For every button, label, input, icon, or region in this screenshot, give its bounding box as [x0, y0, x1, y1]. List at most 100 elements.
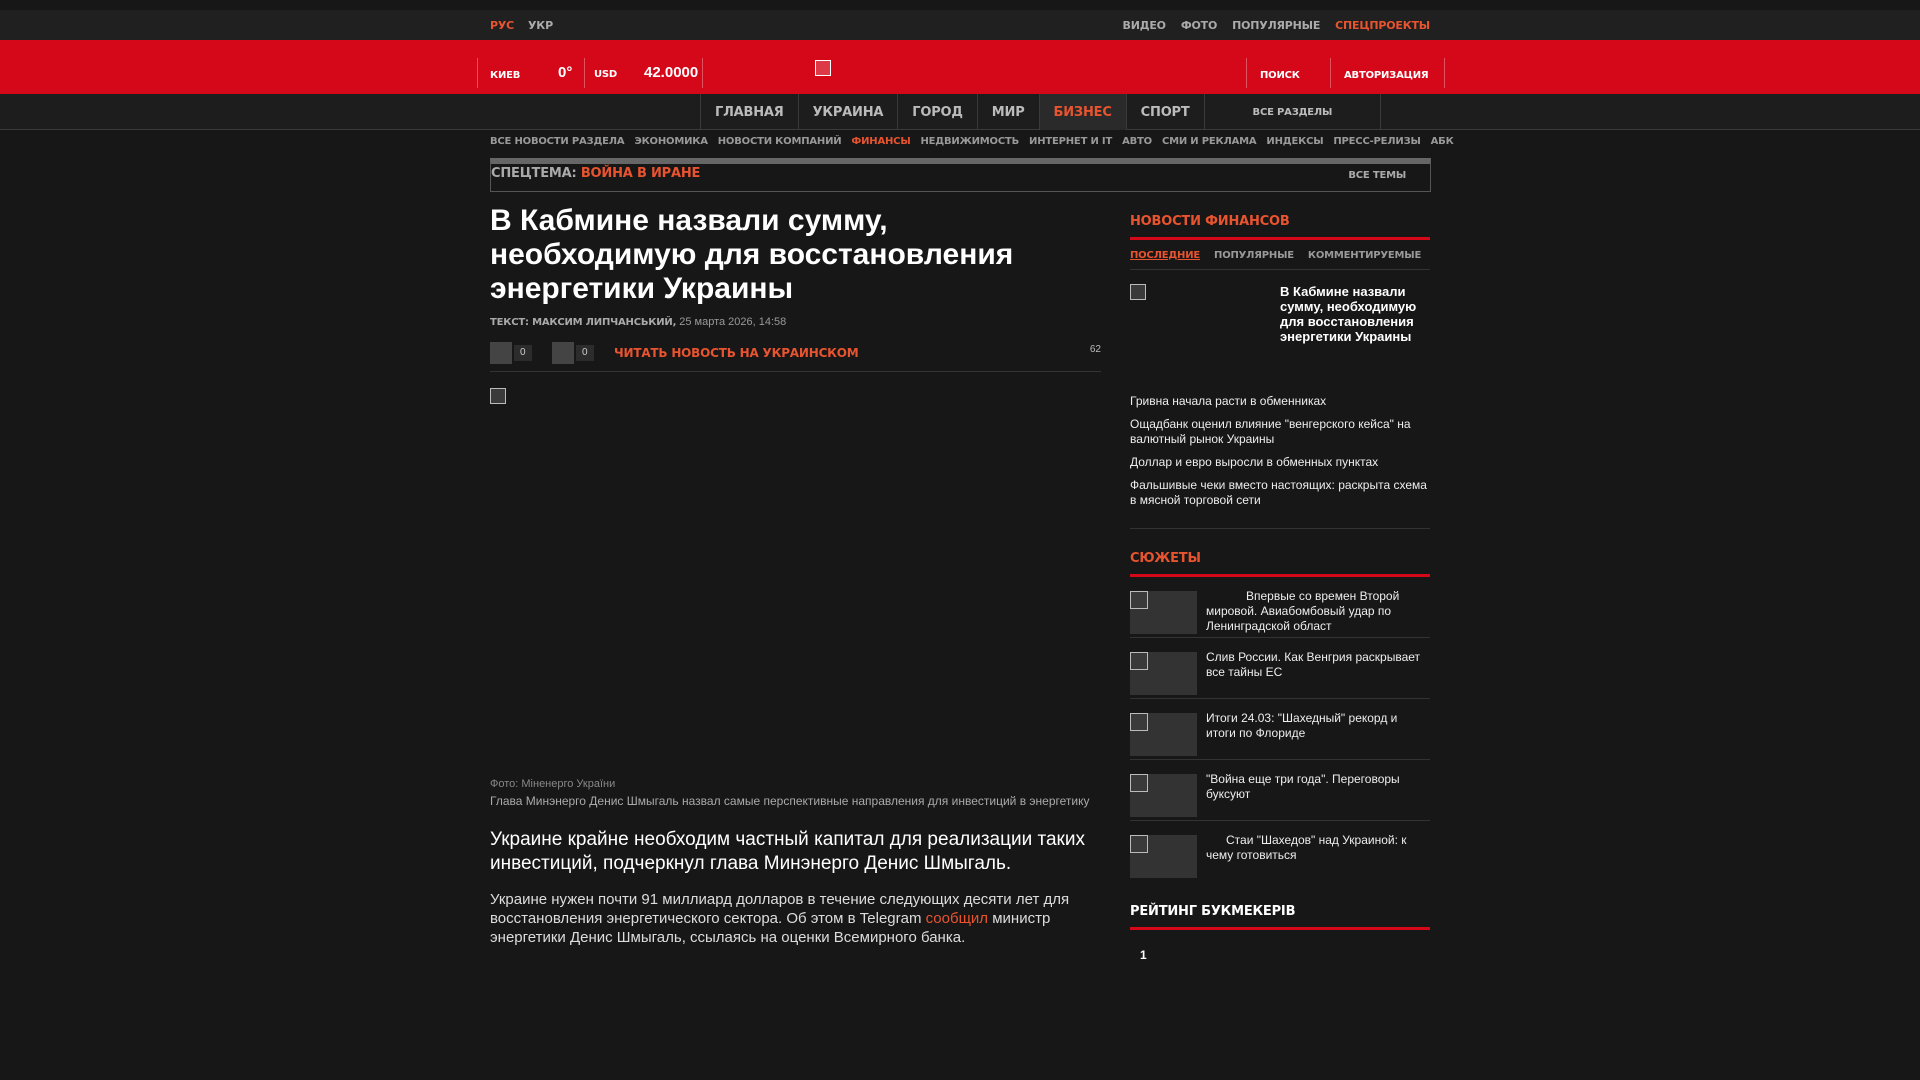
story-title[interactable]: Итоги 24.03: "Шахедный" рекорд и итоги п…	[1206, 711, 1430, 741]
telegram-source-link[interactable]: сообщил	[926, 910, 988, 927]
featured-news-title[interactable]: В Кабмине назвали сумму, необходимую для…	[1280, 284, 1430, 344]
author[interactable]: ТЕКСТ: МАКСИМ ЛИПЧАНСЬКИЙ,	[490, 317, 676, 328]
stories-list: Впервые со времен Второй мировой. Авиабо…	[1130, 577, 1430, 882]
special-topic: СПЕЦТЕМА: ВОЙНА В ИРАНЕ	[491, 166, 700, 181]
subnav-item[interactable]: ИНДЕКСЫ	[1266, 136, 1323, 147]
special-topic-bar: СПЕЦТЕМА: ВОЙНА В ИРАНЕ ВСЕ ТЕМЫ	[490, 158, 1431, 192]
header-divider	[477, 58, 478, 88]
special-topic-link[interactable]: ВОЙНА В ИРАНЕ	[581, 166, 701, 181]
story-thumbnail[interactable]	[1130, 774, 1197, 817]
list-item[interactable]: Фальшивые чеки вместо настоящих: раскрыт…	[1130, 478, 1430, 508]
popular-link[interactable]: ПОПУЛЯРНЫЕ	[1232, 19, 1320, 32]
list-item[interactable]: Ощадбанк оценил влияние "венгерского кей…	[1130, 417, 1430, 447]
story-title[interactable]: Слив России. Как Венгрия раскрывает все …	[1206, 650, 1430, 680]
news-tabs: ПОСЛЕДНИЕ ПОПУЛЯРНЫЕ КОММЕНТИРУЕМЫЕ	[1130, 250, 1430, 270]
list-item[interactable]: Гривна начала расти в обменниках	[1130, 394, 1430, 409]
subnav-item[interactable]: НОВОСТИ КОМПАНИЙ	[718, 136, 842, 147]
story-thumbnail[interactable]	[1130, 835, 1197, 878]
article: В Кабмине назвали сумму, необходимую для…	[490, 204, 1101, 947]
special-topic-label: СПЕЦТЕМА:	[491, 166, 577, 181]
story-item[interactable]: Впервые со времен Второй мировой. Авиабо…	[1130, 577, 1430, 638]
top-links: ВИДЕО ФОТО ПОПУЛЯРНЫЕ СПЕЦПРОЕКТЫ	[1123, 10, 1431, 40]
subnav-item[interactable]: АВТО	[1122, 136, 1152, 147]
list-item[interactable]: Доллар и евро выросли в обменных пунктах	[1130, 455, 1430, 470]
top-bar: РУС УКР ВИДЕО ФОТО ПОПУЛЯРНЫЕ СПЕЦПРОЕКТ…	[0, 10, 1920, 40]
header-divider	[702, 58, 703, 88]
sidebar: НОВОСТИ ФИНАНСОВ ПОСЛЕДНИЕ ПОПУЛЯРНЫЕ КО…	[1130, 214, 1430, 962]
nav-item-sport[interactable]: СПОРТ	[1125, 94, 1204, 130]
rating-position: 1	[1140, 948, 1147, 962]
publish-date: 25 марта 2026, 14:58	[679, 316, 787, 328]
sub-nav: ВСЕ НОВОСТИ РАЗДЕЛА ЭКОНОМИКА НОВОСТИ КО…	[490, 136, 1454, 147]
subnav-item-finance[interactable]: ФИНАНСЫ	[851, 136, 910, 147]
broken-image-icon	[1130, 284, 1146, 300]
photo-caption: Глава Минэнерго Денис Шмыгаль назвал сам…	[490, 794, 1090, 808]
nav-item-ukraine[interactable]: УКРАИНА	[797, 94, 898, 130]
video-link[interactable]: ВИДЕО	[1123, 19, 1166, 32]
story-thumbnail[interactable]	[1130, 713, 1197, 756]
tab-commented[interactable]: КОММЕНТИРУЕМЫЕ	[1308, 250, 1421, 261]
story-item[interactable]: Слив России. Как Венгрия раскрывает все …	[1130, 638, 1430, 699]
header-divider	[1246, 58, 1247, 88]
article-actions: 0 0 ЧИТАТЬ НОВОСТЬ НА УКРАИНСКОМ 62	[490, 342, 1101, 372]
facebook-share-icon[interactable]	[490, 342, 512, 364]
photo-credit: Фото: Міненерго України	[490, 778, 616, 790]
subnav-item[interactable]: ИНТЕРНЕТ И IT	[1029, 136, 1112, 147]
byline: ТЕКСТ: МАКСИМ ЛИПЧАНСЬКИЙ, 25 марта 2026…	[490, 316, 1101, 328]
all-topics-link[interactable]: ВСЕ ТЕМЫ	[1348, 170, 1406, 181]
story-item[interactable]: Стаи "Шахедов" над Украиной: к чему гото…	[1130, 821, 1430, 882]
featured-news[interactable]: В Кабмине назвали сумму, необходимую для…	[1130, 284, 1430, 394]
article-body: Украине нужен почти 91 миллиард долларов…	[490, 890, 1101, 947]
header-divider	[1444, 58, 1445, 88]
subnav-item[interactable]: НЕДВИЖИМОСТЬ	[921, 136, 1020, 147]
article-lead: Украине крайне необходим частный капитал…	[490, 829, 1085, 874]
story-title[interactable]: "Война еще три года". Переговоры буксуют	[1206, 772, 1430, 802]
lang-rus-link[interactable]: РУС	[490, 19, 514, 32]
header-divider	[584, 58, 585, 88]
subnav-item[interactable]: ВСЕ НОВОСТИ РАЗДЕЛА	[490, 136, 625, 147]
story-item[interactable]: Итоги 24.03: "Шахедный" рекорд и итоги п…	[1130, 699, 1430, 760]
login-button[interactable]: АВТОРИЗАЦИЯ	[1344, 70, 1429, 81]
story-thumbnail[interactable]	[1130, 591, 1197, 634]
site-logo-icon[interactable]	[815, 60, 831, 76]
subnav-item[interactable]: АБК	[1431, 136, 1454, 147]
broken-image-icon	[490, 388, 506, 404]
article-title: В Кабмине назвали сумму, необходимую для…	[490, 204, 1014, 305]
story-thumbnail[interactable]	[1130, 652, 1197, 695]
currency-rate: 42.0000	[644, 64, 699, 81]
tab-popular[interactable]: ПОПУЛЯРНЫЕ	[1214, 250, 1294, 261]
site-header: КИЕВ 0° USD 42.0000 ПОИСК АВТОРИЗАЦИЯ	[0, 40, 1920, 94]
search-button[interactable]: ПОИСК	[1260, 70, 1300, 81]
lang-ukr-link[interactable]: УКР	[528, 19, 553, 32]
share-count: 0	[514, 345, 532, 361]
news-list: Гривна начала расти в обменниках Ощадбан…	[1130, 394, 1430, 529]
nav-all-sections[interactable]: ВСЕ РАЗДЕЛЫ	[1203, 94, 1382, 130]
currency-label[interactable]: USD	[594, 69, 617, 80]
photo-link[interactable]: ФОТО	[1181, 19, 1218, 32]
views-count: 62	[1089, 344, 1101, 355]
nav-item-city[interactable]: ГОРОД	[897, 94, 977, 130]
read-ukrainian-link[interactable]: ЧИТАТЬ НОВОСТЬ НА УКРАИНСКОМ	[614, 346, 859, 360]
weather-temp: 0°	[558, 64, 573, 81]
tab-latest[interactable]: ПОСЛЕДНИЕ	[1130, 250, 1200, 261]
main-nav: ГЛАВНАЯ УКРАИНА ГОРОД МИР БИЗНЕС СПОРТ В…	[0, 94, 1920, 130]
header-divider	[1330, 58, 1331, 88]
twitter-share-icon[interactable]	[552, 342, 574, 364]
finance-news-heading[interactable]: НОВОСТИ ФИНАНСОВ	[1130, 214, 1430, 240]
subnav-item[interactable]: ПРЕСС-РЕЛИЗЫ	[1333, 136, 1420, 147]
weather-city[interactable]: КИЕВ	[490, 70, 520, 81]
subnav-item[interactable]: ЭКОНОМИКА	[634, 136, 708, 147]
bookmaker-rating-heading[interactable]: РЕЙТИНГ БУКМЕКЕРІВ	[1130, 904, 1430, 930]
nav-item-world[interactable]: МИР	[976, 94, 1039, 130]
story-title[interactable]: Впервые со времен Второй мировой. Авиабо…	[1206, 589, 1430, 634]
subnav-item[interactable]: СМИ И РЕКЛАМА	[1162, 136, 1257, 147]
language-switcher: РУС УКР	[490, 10, 553, 40]
story-title[interactable]: Стаи "Шахедов" над Украиной: к чему гото…	[1206, 833, 1430, 863]
share-count: 0	[576, 345, 594, 361]
stories-heading[interactable]: СЮЖЕТЫ	[1130, 551, 1430, 577]
story-item[interactable]: "Война еще три года". Переговоры буксуют	[1130, 760, 1430, 821]
nav-item-business[interactable]: БИЗНЕС	[1038, 94, 1126, 130]
nav-item-home[interactable]: ГЛАВНАЯ	[700, 94, 798, 130]
article-photo	[490, 388, 1101, 774]
special-projects-link[interactable]: СПЕЦПРОЕКТЫ	[1335, 19, 1430, 32]
